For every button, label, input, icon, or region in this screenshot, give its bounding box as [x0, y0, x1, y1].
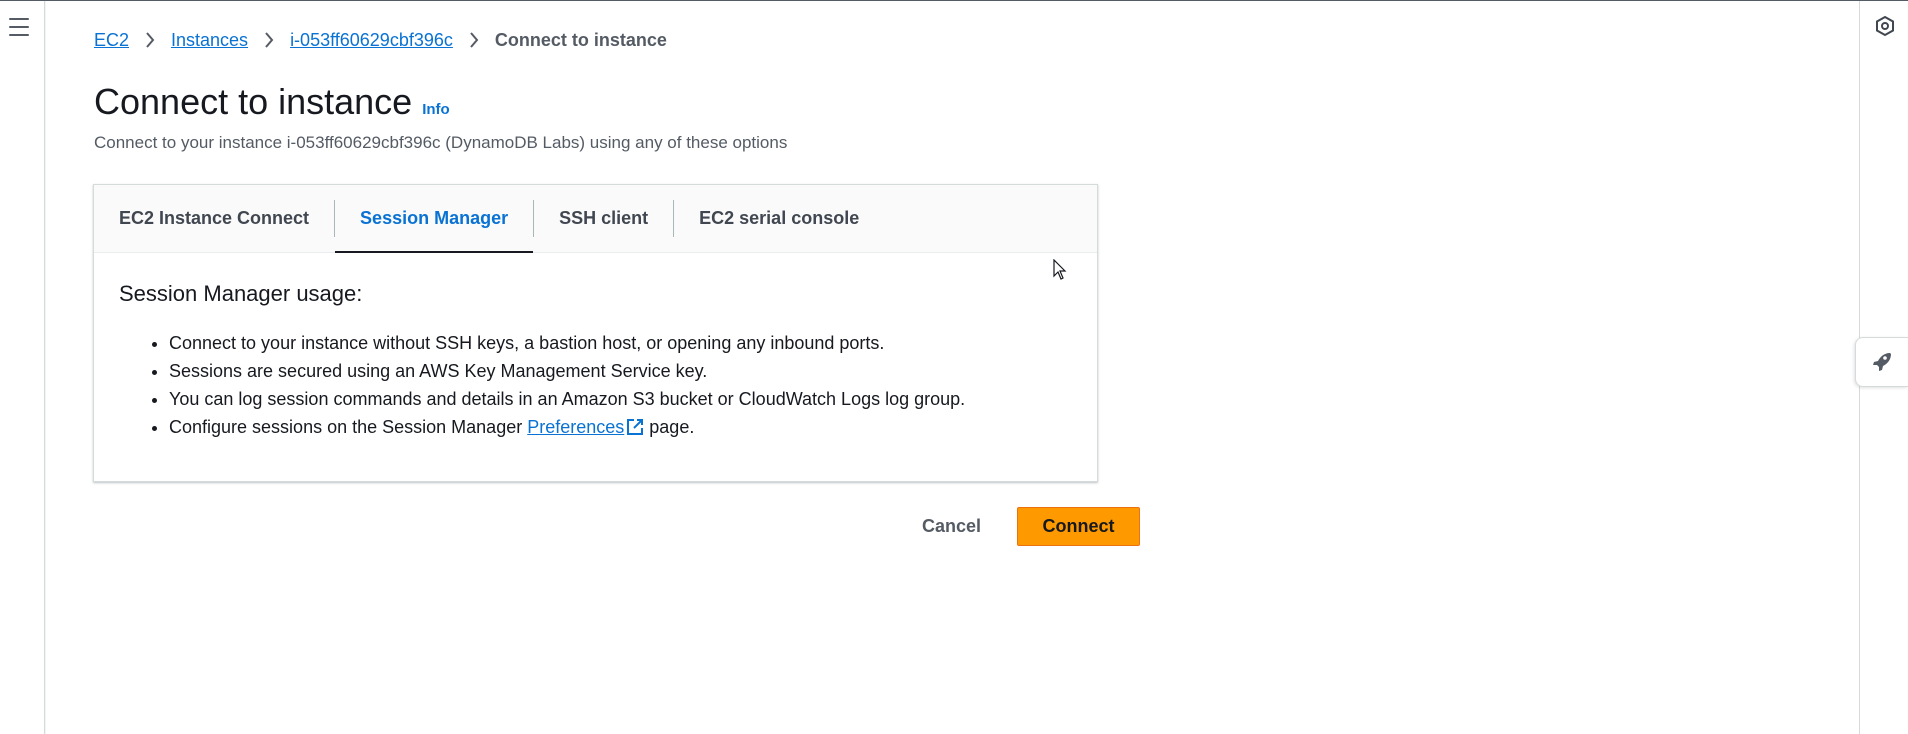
main-content: EC2 Instances i-053ff60629cbf396c Connec… — [46, 1, 1859, 734]
breadcrumb-instances[interactable]: Instances — [171, 30, 248, 51]
list-item-prefix: Configure sessions on the Session Manage… — [169, 417, 528, 437]
connect-options-panel: EC2 Instance Connect Session Manager SSH… — [93, 184, 1098, 482]
tab-ec2-instance-connect[interactable]: EC2 Instance Connect — [94, 185, 334, 252]
breadcrumb-ec2[interactable]: EC2 — [94, 30, 129, 51]
tab-session-manager[interactable]: Session Manager — [335, 185, 534, 253]
preferences-link[interactable]: Preferences — [527, 417, 644, 437]
tab-label: Session Manager — [360, 208, 509, 228]
page-title: Connect to instance Info — [94, 81, 450, 123]
hamburger-menu-icon[interactable] — [9, 18, 29, 36]
list-item-suffix: page. — [644, 417, 695, 437]
tab-list: EC2 Instance Connect Session Manager SSH… — [94, 185, 1097, 253]
rocket-icon[interactable] — [1855, 337, 1908, 387]
tab-ssh-client[interactable]: SSH client — [534, 185, 673, 252]
list-item: You can log session commands and details… — [169, 385, 1079, 413]
tab-label: EC2 Instance Connect — [119, 208, 310, 228]
session-manager-content: Session Manager usage: Connect to your i… — [119, 281, 1079, 441]
breadcrumb: EC2 Instances i-053ff60629cbf396c Connec… — [94, 29, 667, 51]
action-buttons: Cancel Connect — [902, 507, 1141, 546]
chevron-right-icon — [467, 29, 481, 51]
cancel-button[interactable]: Cancel — [902, 508, 1001, 545]
list-item: Connect to your instance without SSH key… — [169, 329, 1079, 357]
info-link[interactable]: Info — [422, 101, 450, 118]
usage-title: Session Manager usage: — [119, 281, 363, 306]
breadcrumb-instance-id[interactable]: i-053ff60629cbf396c — [290, 30, 453, 51]
tab-label: EC2 serial console — [699, 208, 860, 228]
chevron-right-icon — [262, 29, 276, 51]
hexagon-settings-icon[interactable] — [1874, 15, 1896, 37]
left-navigation-rail — [0, 1, 45, 734]
preferences-link-label: Preferences — [527, 417, 625, 437]
list-item: Sessions are secured using an AWS Key Ma… — [169, 357, 1079, 385]
page-title-text: Connect to instance — [94, 81, 413, 122]
tab-label: SSH client — [559, 208, 649, 228]
chevron-right-icon — [143, 29, 157, 51]
list-item: Configure sessions on the Session Manage… — [169, 413, 1079, 441]
connect-button[interactable]: Connect — [1017, 507, 1141, 546]
tab-ec2-serial-console[interactable]: EC2 serial console — [674, 185, 884, 252]
page-description: Connect to your instance i-053ff60629cbf… — [94, 133, 788, 152]
breadcrumb-current: Connect to instance — [494, 29, 667, 50]
external-link-icon — [626, 416, 644, 435]
usage-list: Connect to your instance without SSH key… — [119, 329, 1079, 441]
mouse-cursor-icon — [1053, 259, 1067, 280]
